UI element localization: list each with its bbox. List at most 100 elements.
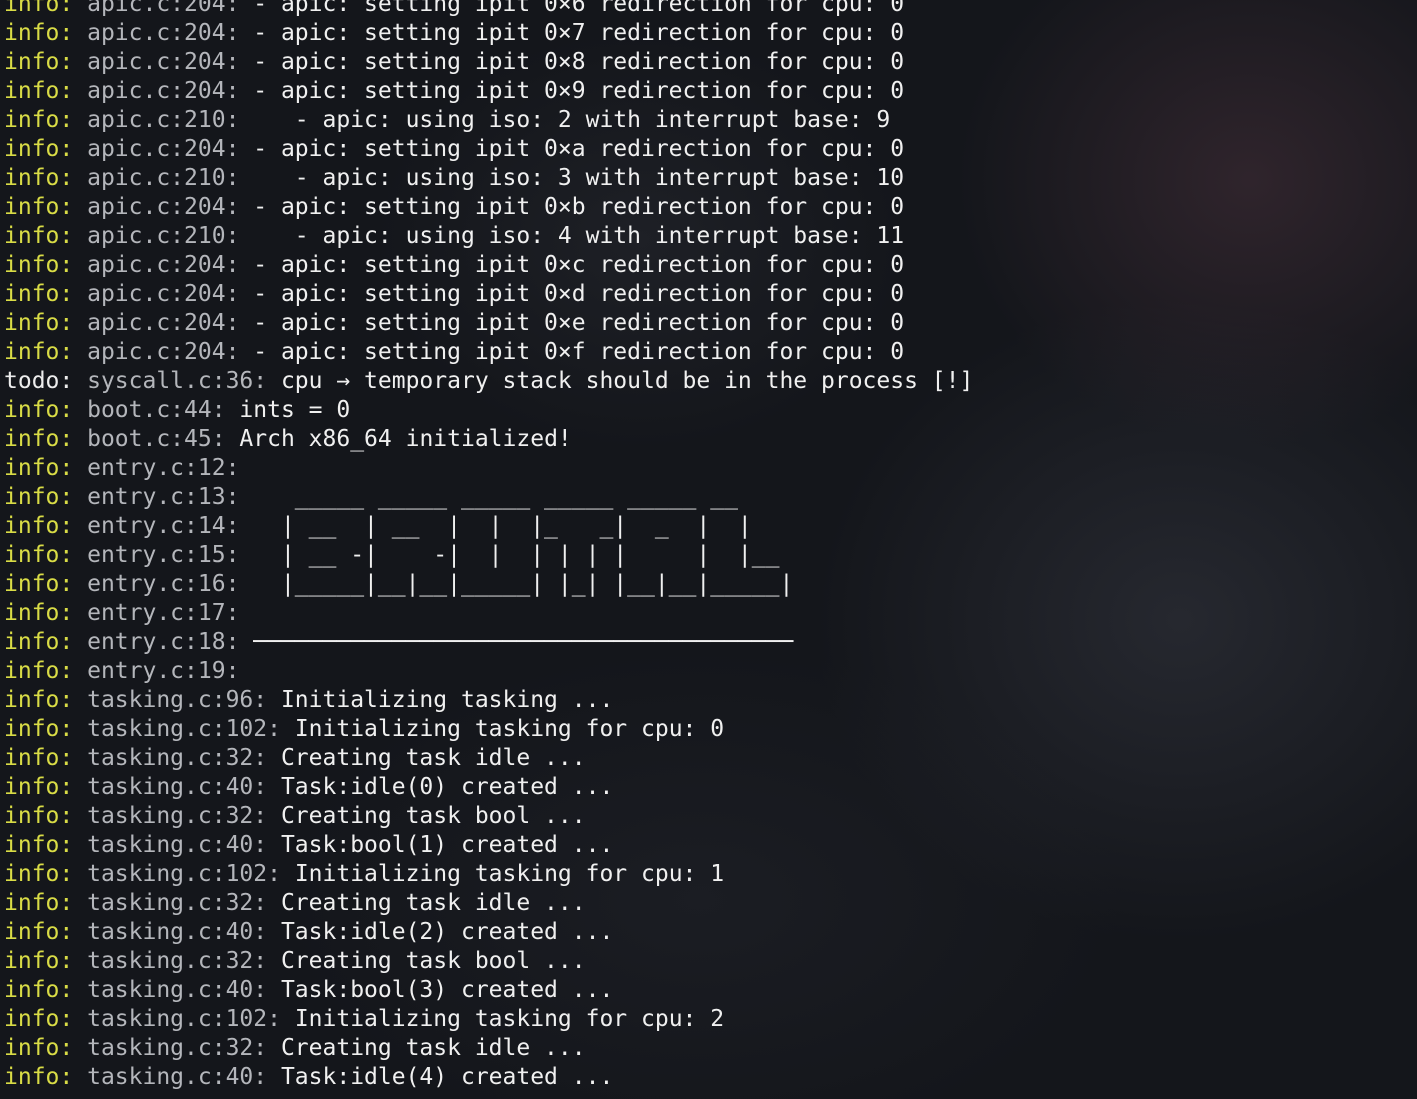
- terminal-output[interactable]: info: apic.c:204: - apic: setting ipit 0…: [4, 0, 1414, 1092]
- log-source-location: apic.c:204:: [87, 136, 240, 162]
- log-line: info: apic.c:204: - apic: setting ipit 0…: [4, 338, 1414, 367]
- log-level-label: info:: [4, 1035, 88, 1061]
- log-level-label: info:: [4, 629, 88, 655]
- log-source-location: entry.c:14:: [87, 513, 240, 539]
- log-line: info: tasking.c:32: Creating task bool .…: [4, 802, 1414, 831]
- log-source-location: tasking.c:102:: [87, 861, 281, 887]
- log-source-location: apic.c:204:: [87, 49, 240, 75]
- log-line: info: apic.c:204: - apic: setting ipit 0…: [4, 0, 1414, 19]
- log-message: Initializing tasking for cpu: 1: [280, 861, 725, 887]
- log-message: - apic: setting ipit 0×f redirection for…: [239, 339, 905, 365]
- log-line: info: boot.c:44: ints = 0: [4, 396, 1414, 425]
- log-level-label: info:: [4, 136, 88, 162]
- log-level-label: info:: [4, 107, 88, 133]
- log-source-location: tasking.c:40:: [87, 774, 268, 800]
- log-source-location: tasking.c:40:: [87, 977, 268, 1003]
- log-source-location: boot.c:45:: [87, 426, 226, 452]
- log-line: info: tasking.c:32: Creating task bool .…: [4, 947, 1414, 976]
- log-message: - apic: setting ipit 0×a redirection for…: [239, 136, 905, 162]
- log-source-location: tasking.c:32:: [87, 1035, 268, 1061]
- log-line: todo: syscall.c:36: cpu → temporary stac…: [4, 367, 1414, 396]
- log-source-location: entry.c:13:: [87, 484, 240, 510]
- log-message: Initializing tasking for cpu: 0: [280, 716, 725, 742]
- log-source-location: apic.c:204:: [87, 310, 240, 336]
- log-line: info: apic.c:204: - apic: setting ipit 0…: [4, 135, 1414, 164]
- log-message: Initializing tasking ...: [267, 687, 614, 713]
- log-line: info: tasking.c:40: Task:idle(2) created…: [4, 918, 1414, 947]
- log-source-location: tasking.c:32:: [87, 745, 268, 771]
- log-message: | __ -| -| | | | | | | |__: [239, 542, 780, 568]
- log-source-location: tasking.c:32:: [87, 890, 268, 916]
- log-line: info: entry.c:19:: [4, 657, 1414, 686]
- log-message: - apic: using iso: 3 with interrupt base…: [239, 165, 905, 191]
- log-message: Task:bool(3) created ...: [267, 977, 614, 1003]
- log-level-label: info:: [4, 977, 88, 1003]
- log-message: Task:bool(1) created ...: [267, 832, 614, 858]
- log-line: info: apic.c:204: - apic: setting ipit 0…: [4, 19, 1414, 48]
- log-message: | __ | __ | | |_ _| _ | |: [239, 513, 752, 539]
- log-source-location: syscall.c:36:: [87, 368, 268, 394]
- log-message: Creating task idle ...: [267, 890, 586, 916]
- log-message: ints = 0: [225, 397, 351, 423]
- log-source-location: apic.c:210:: [87, 223, 240, 249]
- log-message: Creating task idle ...: [267, 745, 586, 771]
- log-line: info: tasking.c:32: Creating task idle .…: [4, 1034, 1414, 1063]
- log-level-label: info:: [4, 948, 88, 974]
- log-level-label: info:: [4, 426, 88, 452]
- log-level-label: info:: [4, 803, 88, 829]
- log-line: info: tasking.c:32: Creating task idle .…: [4, 744, 1414, 773]
- log-message: Task:idle(4) created ...: [267, 1064, 614, 1090]
- log-line: info: tasking.c:102: Initializing taskin…: [4, 860, 1414, 889]
- log-level-label: info:: [4, 484, 88, 510]
- log-message: ───────────────────────────────────────: [239, 629, 794, 655]
- log-message: - apic: setting ipit 0×6 redirection for…: [239, 0, 905, 17]
- log-line: info: apic.c:204: - apic: setting ipit 0…: [4, 77, 1414, 106]
- log-source-location: tasking.c:40:: [87, 1064, 268, 1090]
- log-message: |_____|__|__|_____| |_| |__|__|_____|: [239, 571, 794, 597]
- log-level-label: info:: [4, 194, 88, 220]
- log-message: - apic: setting ipit 0×b redirection for…: [239, 194, 905, 220]
- log-line: info: apic.c:204: - apic: setting ipit 0…: [4, 251, 1414, 280]
- log-level-label: info:: [4, 542, 88, 568]
- log-level-label: info:: [4, 252, 88, 278]
- log-message: - apic: setting ipit 0×e redirection for…: [239, 310, 905, 336]
- log-source-location: apic.c:204:: [87, 194, 240, 220]
- log-line: info: tasking.c:96: Initializing tasking…: [4, 686, 1414, 715]
- log-level-label: info:: [4, 223, 88, 249]
- log-line: info: tasking.c:40: Task:idle(4) created…: [4, 1063, 1414, 1092]
- log-line: info: apic.c:204: - apic: setting ipit 0…: [4, 193, 1414, 222]
- log-level-label: info:: [4, 1064, 88, 1090]
- log-source-location: apic.c:204:: [87, 78, 240, 104]
- log-level-label: info:: [4, 571, 88, 597]
- log-line: info: entry.c:16: |_____|__|__|_____| |_…: [4, 570, 1414, 599]
- log-level-label: info:: [4, 774, 88, 800]
- log-source-location: tasking.c:102:: [87, 1006, 281, 1032]
- log-message: Task:idle(0) created ...: [267, 774, 614, 800]
- log-line: info: entry.c:12:: [4, 454, 1414, 483]
- log-level-label: info:: [4, 861, 88, 887]
- log-line: info: boot.c:45: Arch x86_64 initialized…: [4, 425, 1414, 454]
- log-source-location: boot.c:44:: [87, 397, 226, 423]
- log-level-label: info:: [4, 165, 88, 191]
- log-message: Arch x86_64 initialized!: [225, 426, 572, 452]
- log-message: - apic: setting ipit 0×c redirection for…: [239, 252, 905, 278]
- log-line: info: apic.c:204: - apic: setting ipit 0…: [4, 309, 1414, 338]
- log-line: info: tasking.c:102: Initializing taskin…: [4, 715, 1414, 744]
- log-message: - apic: setting ipit 0×8 redirection for…: [239, 49, 905, 75]
- log-source-location: apic.c:204:: [87, 0, 240, 17]
- log-message: - apic: using iso: 2 with interrupt base…: [239, 107, 891, 133]
- log-source-location: apic.c:204:: [87, 339, 240, 365]
- log-source-location: entry.c:18:: [87, 629, 240, 655]
- log-line: info: apic.c:210: - apic: using iso: 3 w…: [4, 164, 1414, 193]
- log-message: - apic: setting ipit 0×7 redirection for…: [239, 20, 905, 46]
- log-source-location: tasking.c:40:: [87, 919, 268, 945]
- log-level-label: info:: [4, 919, 88, 945]
- log-source-location: entry.c:12:: [87, 455, 240, 481]
- log-source-location: entry.c:19:: [87, 658, 240, 684]
- log-line: info: entry.c:17:: [4, 599, 1414, 628]
- log-level-label: info:: [4, 397, 88, 423]
- log-line: info: tasking.c:40: Task:bool(3) created…: [4, 976, 1414, 1005]
- log-level-label: info:: [4, 600, 88, 626]
- log-source-location: tasking.c:102:: [87, 716, 281, 742]
- log-message: - apic: setting ipit 0×9 redirection for…: [239, 78, 905, 104]
